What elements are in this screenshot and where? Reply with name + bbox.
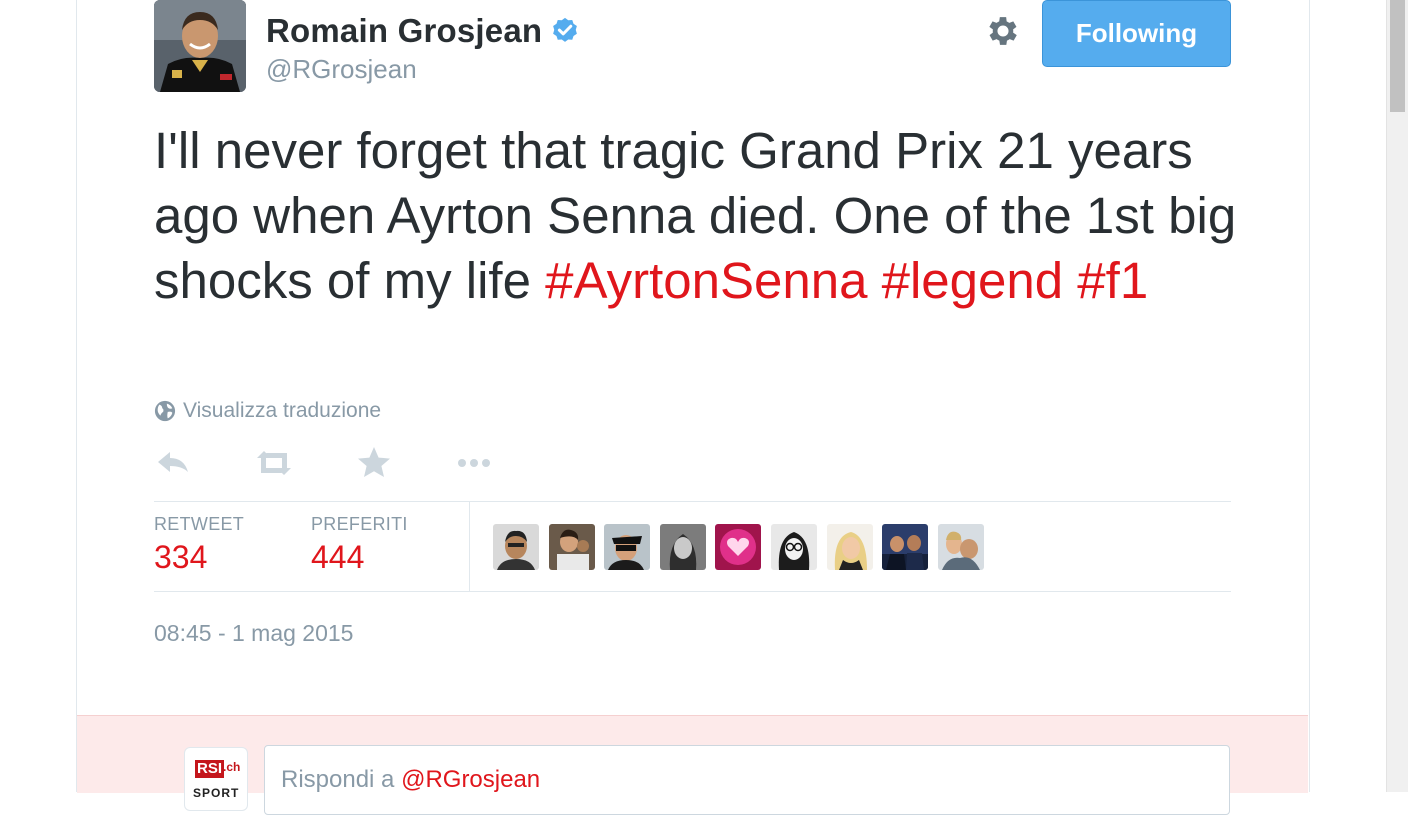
favorites-count: 444 xyxy=(311,539,365,575)
tweet-timestamp[interactable]: 08:45 - 1 mag 2015 xyxy=(154,620,353,647)
user-handle[interactable]: @RGrosjean xyxy=(266,54,417,85)
user-avatar[interactable] xyxy=(154,0,246,92)
stats-separator xyxy=(469,502,470,591)
reply-input[interactable]: Rispondi a @RGrosjean xyxy=(264,745,1230,815)
hashtag-ayrtonsenna[interactable]: #AyrtonSenna xyxy=(545,252,867,309)
favorites-stat[interactable]: PREFERITI 444 xyxy=(311,514,408,576)
retweet-label: RETWEET xyxy=(154,514,245,534)
rsi-logo-suffix: .ch xyxy=(223,760,241,774)
rsi-logo-text: RSI xyxy=(195,760,225,778)
verified-badge-icon xyxy=(553,17,578,42)
star-icon[interactable] xyxy=(354,444,394,482)
reply-prompt-prefix: Rispondi a xyxy=(281,766,395,793)
hashtag-legend[interactable]: #legend xyxy=(882,252,1064,309)
page-scrollbar[interactable] xyxy=(1386,0,1408,792)
avatar-image xyxy=(154,0,246,92)
reply-prompt-mention: @RGrosjean xyxy=(401,766,541,793)
favorited-by-avatar[interactable] xyxy=(715,524,762,570)
retweet-stat[interactable]: RETWEET 334 xyxy=(154,514,244,576)
rsi-logo-sub: SPORT xyxy=(193,786,240,800)
favorited-by-avatar[interactable] xyxy=(659,524,706,570)
favorites-label: PREFERITI xyxy=(311,514,408,534)
tweet-text: I'll never forget that tragic Grand Prix… xyxy=(154,118,1244,313)
following-button[interactable]: Following xyxy=(1042,0,1231,67)
stats-bottom-divider xyxy=(154,591,1231,592)
favorited-by-avatar[interactable] xyxy=(937,524,984,570)
hashtag-f1[interactable]: #f1 xyxy=(1077,252,1148,309)
favorited-by-avatar[interactable] xyxy=(826,524,873,570)
stats-top-divider xyxy=(154,501,1231,502)
user-name-row: Romain Grosjean xyxy=(266,12,580,50)
scrollbar-thumb[interactable] xyxy=(1390,0,1405,112)
user-fullname[interactable]: Romain Grosjean xyxy=(266,12,542,50)
more-icon[interactable] xyxy=(454,444,494,482)
translate-link[interactable]: Visualizza traduzione xyxy=(154,399,381,423)
favorited-by-list xyxy=(493,524,993,570)
current-user-avatar[interactable]: RSI .ch SPORT xyxy=(184,747,248,811)
favorited-by-avatar[interactable] xyxy=(604,524,651,570)
reply-icon[interactable] xyxy=(154,444,194,482)
retweet-count: 334 xyxy=(154,539,208,575)
favorited-by-avatar[interactable] xyxy=(770,524,817,570)
globe-icon xyxy=(154,400,176,422)
translate-label: Visualizza traduzione xyxy=(183,399,382,422)
favorited-by-avatar[interactable] xyxy=(548,524,595,570)
retweet-icon[interactable] xyxy=(254,444,294,482)
gear-icon[interactable] xyxy=(984,12,1022,50)
favorited-by-avatar[interactable] xyxy=(882,524,929,570)
favorited-by-avatar[interactable] xyxy=(493,524,539,570)
